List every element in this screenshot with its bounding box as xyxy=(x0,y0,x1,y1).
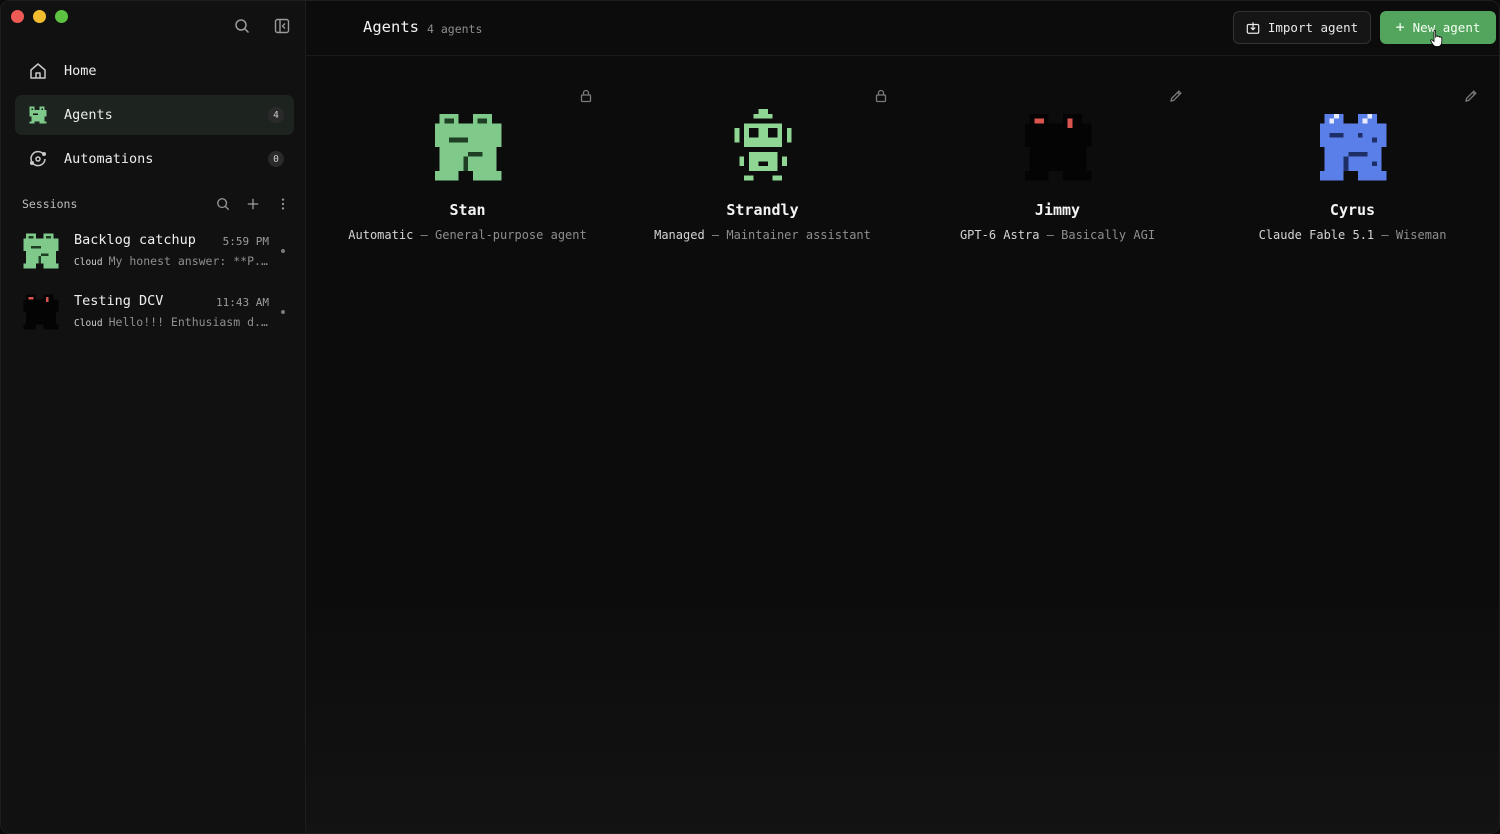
sidebar-item-agents[interactable]: Agents 4 xyxy=(15,95,294,135)
session-preview: My honest answer: **P... xyxy=(108,254,274,268)
sidebar: Home Agents 4 Automations 0 Sessions Bac… xyxy=(1,1,306,833)
agent-model: Automatic xyxy=(348,228,414,242)
sidebar-item-automations[interactable]: Automations 0 xyxy=(15,139,294,179)
home-icon xyxy=(27,60,49,82)
agent-card-strandly[interactable]: Strandly Managed – Maintainer assistant xyxy=(621,81,904,256)
traffic-lights xyxy=(11,10,68,23)
agents-grid: Stan Automatic – General-purpose agent S… xyxy=(326,81,1499,261)
agent-name: Cyrus xyxy=(1329,201,1376,219)
pencil-icon[interactable] xyxy=(1464,89,1478,103)
plus-icon: + xyxy=(1395,18,1405,36)
separator: – xyxy=(704,228,727,242)
agent-model: GPT-6 Astra xyxy=(959,228,1040,242)
lock-icon xyxy=(579,89,593,103)
sessions-title: Sessions xyxy=(22,197,78,211)
frog-icon xyxy=(27,104,49,126)
minimize-window-button[interactable] xyxy=(33,10,46,23)
agent-role: Basically AGI xyxy=(1061,228,1156,242)
dark-frog-avatar-icon xyxy=(1024,113,1092,181)
session-status-dot xyxy=(281,249,285,253)
main-content: Agents 4 agents Import agent + New agent xyxy=(306,1,1499,833)
main-header: Agents 4 agents Import agent + New agent xyxy=(306,1,1499,56)
agent-card-jimmy[interactable]: Jimmy GPT-6 Astra – Basically AGI xyxy=(916,81,1199,256)
sessions-header: Sessions xyxy=(22,194,290,214)
sidebar-nav: Home Agents 4 Automations 0 xyxy=(15,51,294,183)
agent-description: GPT-6 Astra – Basically AGI xyxy=(916,228,1199,242)
sidebar-item-label: Agents xyxy=(64,107,113,123)
session-time: 5:59 PM xyxy=(222,235,269,248)
import-agent-button[interactable]: Import agent xyxy=(1233,11,1371,44)
session-item[interactable]: Backlog catchup 5:59 PM Cloud My honest a… xyxy=(21,226,293,276)
separator: – xyxy=(1039,228,1062,242)
session-status-dot xyxy=(281,310,285,314)
search-icon[interactable] xyxy=(233,17,251,35)
session-title: Backlog catchup xyxy=(74,232,196,248)
automation-icon xyxy=(27,148,49,170)
sidebar-item-label: Automations xyxy=(64,151,154,167)
session-title: Testing DCV xyxy=(74,293,164,309)
agent-description: Managed – Maintainer assistant xyxy=(621,228,904,242)
pointer-cursor-icon xyxy=(1430,30,1443,47)
search-sessions-icon[interactable] xyxy=(216,197,230,211)
collapse-sidebar-icon[interactable] xyxy=(273,17,291,35)
import-icon xyxy=(1246,21,1260,34)
agent-description: Automatic – General-purpose agent xyxy=(326,228,609,242)
dark-frog-avatar-icon xyxy=(23,294,59,330)
session-tag: Cloud xyxy=(74,318,103,329)
session-time: 11:43 AM xyxy=(216,296,269,309)
agent-role: Maintainer assistant xyxy=(726,228,871,242)
add-session-icon[interactable] xyxy=(246,197,260,211)
page-title: Agents xyxy=(363,18,419,36)
lock-icon xyxy=(874,89,888,103)
pencil-icon[interactable] xyxy=(1169,89,1183,103)
agent-model: Claude Fable 5.1 xyxy=(1258,228,1375,242)
agent-description: Claude Fable 5.1 – Wiseman xyxy=(1211,228,1494,242)
sidebar-item-home[interactable]: Home xyxy=(15,51,294,91)
blue-frog-avatar-icon xyxy=(1319,113,1387,181)
sidebar-item-label: Home xyxy=(64,63,97,79)
agent-name: Jimmy xyxy=(1034,201,1081,219)
new-agent-label: New agent xyxy=(1412,20,1481,35)
automations-count-badge: 0 xyxy=(268,151,284,167)
session-tag: Cloud xyxy=(74,257,103,268)
agents-count-badge: 4 xyxy=(268,107,284,123)
session-item[interactable]: Testing DCV 11:43 AM Cloud Hello!!! Enthu… xyxy=(21,287,293,337)
session-preview: Hello!!! Enthusiasm d... xyxy=(108,315,274,329)
agent-name: Strandly xyxy=(726,201,799,219)
separator: – xyxy=(1374,228,1396,242)
zoom-window-button[interactable] xyxy=(55,10,68,23)
close-window-button[interactable] xyxy=(11,10,24,23)
more-options-icon[interactable] xyxy=(276,197,290,211)
app-window: Home Agents 4 Automations 0 Sessions Bac… xyxy=(0,0,1500,834)
robot-avatar-icon xyxy=(734,109,792,181)
agent-count: 4 agents xyxy=(427,22,483,36)
agent-role: Wiseman xyxy=(1395,228,1447,242)
agent-card-stan[interactable]: Stan Automatic – General-purpose agent xyxy=(326,81,609,256)
agent-model: Managed xyxy=(654,228,705,242)
import-agent-label: Import agent xyxy=(1267,20,1359,35)
agent-card-cyrus[interactable]: Cyrus Claude Fable 5.1 – Wiseman xyxy=(1211,81,1494,256)
frog-avatar-icon xyxy=(434,113,502,181)
agent-role: General-purpose agent xyxy=(435,228,587,242)
agent-name: Stan xyxy=(449,201,486,219)
frog-avatar-icon xyxy=(23,233,59,269)
separator: – xyxy=(413,228,435,242)
